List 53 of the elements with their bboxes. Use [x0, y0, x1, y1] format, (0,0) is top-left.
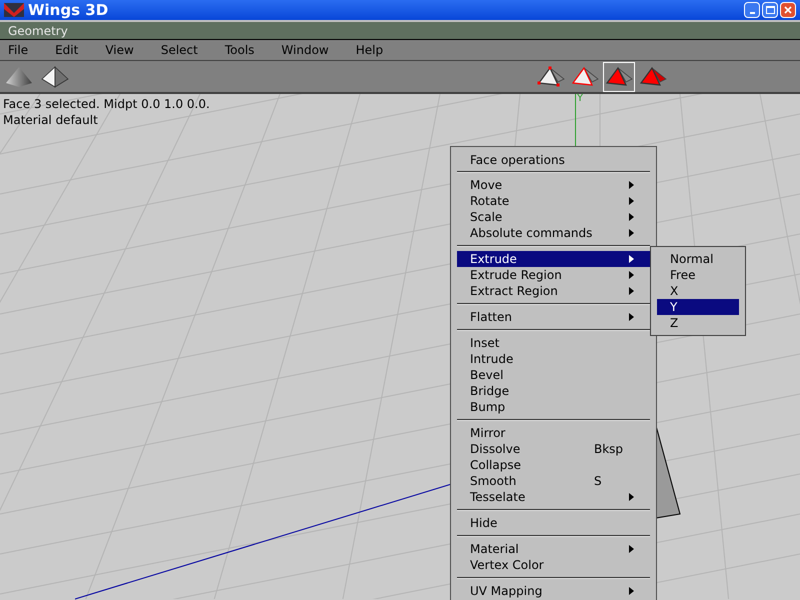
menu-item[interactable]: Absolute commands: [457, 225, 650, 241]
face-mode-pyramid-icon: [604, 64, 634, 88]
axis-label: Y: [577, 94, 584, 104]
selection-mode-button[interactable]: [603, 62, 635, 92]
menu-item[interactable]: Vertex Color: [457, 557, 650, 573]
menu-item[interactable]: Tesselate: [457, 489, 650, 505]
edge-mode-pyramid-icon: [570, 64, 600, 88]
menu-item[interactable]: Intrude: [457, 351, 650, 367]
close-button[interactable]: [780, 2, 796, 18]
menu-item[interactable]: Free: [657, 267, 739, 283]
menu-item[interactable]: Z: [657, 315, 739, 331]
body-mode-pyramid-icon: [638, 64, 668, 88]
menu-bar-item[interactable]: Select: [154, 41, 204, 59]
menu-item[interactable]: Move: [457, 177, 650, 193]
menu-item[interactable]: Extrude: [457, 251, 650, 267]
menu-item[interactable]: Dissolve Bksp: [457, 441, 650, 457]
menu-item[interactable]: Collapse: [457, 457, 650, 473]
menu-item[interactable]: Bridge: [457, 383, 650, 399]
menu-item[interactable]: Scale: [457, 209, 650, 225]
menu-item[interactable]: X: [657, 283, 739, 299]
menu-bar-item[interactable]: Window: [275, 41, 335, 59]
close-icon: [784, 6, 792, 14]
menu-item[interactable]: Bevel: [457, 367, 650, 383]
menu-item[interactable]: Bump: [457, 399, 650, 415]
minimize-button[interactable]: [744, 2, 760, 18]
status-text: Face 3 selected. Midpt 0.0 1.0 0.0.: [3, 96, 210, 112]
menu-item[interactable]: Mirror: [457, 425, 650, 441]
menu-bar-item[interactable]: File: [2, 41, 34, 59]
menu-item[interactable]: Y: [657, 299, 739, 315]
menu-item[interactable]: Smooth S: [457, 473, 650, 489]
flat-pyramid-icon[interactable]: [40, 64, 70, 88]
menu-item[interactable]: Flatten: [457, 309, 650, 325]
menu-item[interactable]: Extract Region: [457, 283, 650, 299]
smooth-pyramid-icon[interactable]: [4, 64, 34, 88]
menu-bar-item[interactable]: View: [99, 41, 140, 59]
menu-item[interactable]: Normal: [657, 251, 739, 267]
menu-bar-item[interactable]: Tools: [218, 41, 260, 59]
menu-item[interactable]: Extrude Region: [457, 267, 650, 283]
app-logo-icon: [4, 3, 24, 17]
menu-item[interactable]: Hide: [457, 515, 650, 531]
vertex-mode-pyramid-icon: [536, 64, 566, 88]
y-axis-line: [574, 94, 577, 146]
menu-item[interactable]: Inset: [457, 335, 650, 351]
maximize-button[interactable]: [762, 2, 778, 18]
window-title: Wings 3D: [28, 0, 110, 21]
menu-bar-item[interactable]: Help: [350, 41, 390, 59]
menu-item[interactable]: UV Mapping: [457, 583, 650, 599]
status-text: Material default: [3, 112, 99, 128]
menu-title: Face operations: [469, 152, 566, 167]
menu-bar-item[interactable]: Edit: [49, 41, 84, 59]
menu-item[interactable]: Material: [457, 541, 650, 557]
geometry-title-bar: Geometry: [0, 22, 800, 40]
menu-item[interactable]: Rotate: [457, 193, 650, 209]
